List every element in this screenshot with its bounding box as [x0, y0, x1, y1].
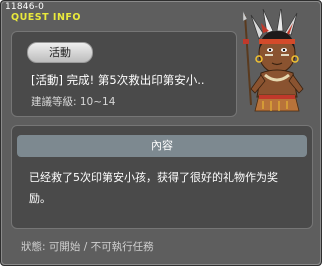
quest-title: [活動] 完成! 第5次救出印第安小.. — [31, 73, 205, 87]
window-title: QUEST INFO — [11, 12, 81, 23]
content-header: 內容 — [17, 135, 307, 157]
quest-description: 已经救了5次印第安小孩，获得了很好的礼物作为奖励。 — [29, 171, 278, 205]
quest-status: 狀態: 可開始 / 不可執行任務 — [21, 241, 154, 253]
native-chief-npc-icon — [237, 6, 317, 115]
quest-id: 11846-0 — [5, 2, 45, 12]
quest-category-badge: 活動 — [27, 42, 93, 63]
quest-recommended-level: 建議等級: 10~14 — [31, 96, 116, 108]
quest-content-panel: 內容 已经救了5次印第安小孩，获得了很好的礼物作为奖励。 — [11, 125, 313, 229]
quest-summary-panel: 活動 [活動] 完成! 第5次救出印第安小.. 建議等級: 10~14 — [11, 31, 237, 117]
quest-info-window: 11846-0 QUEST INFO 活動 [活動] 完成! 第5次救出印第安小… — [0, 0, 322, 266]
